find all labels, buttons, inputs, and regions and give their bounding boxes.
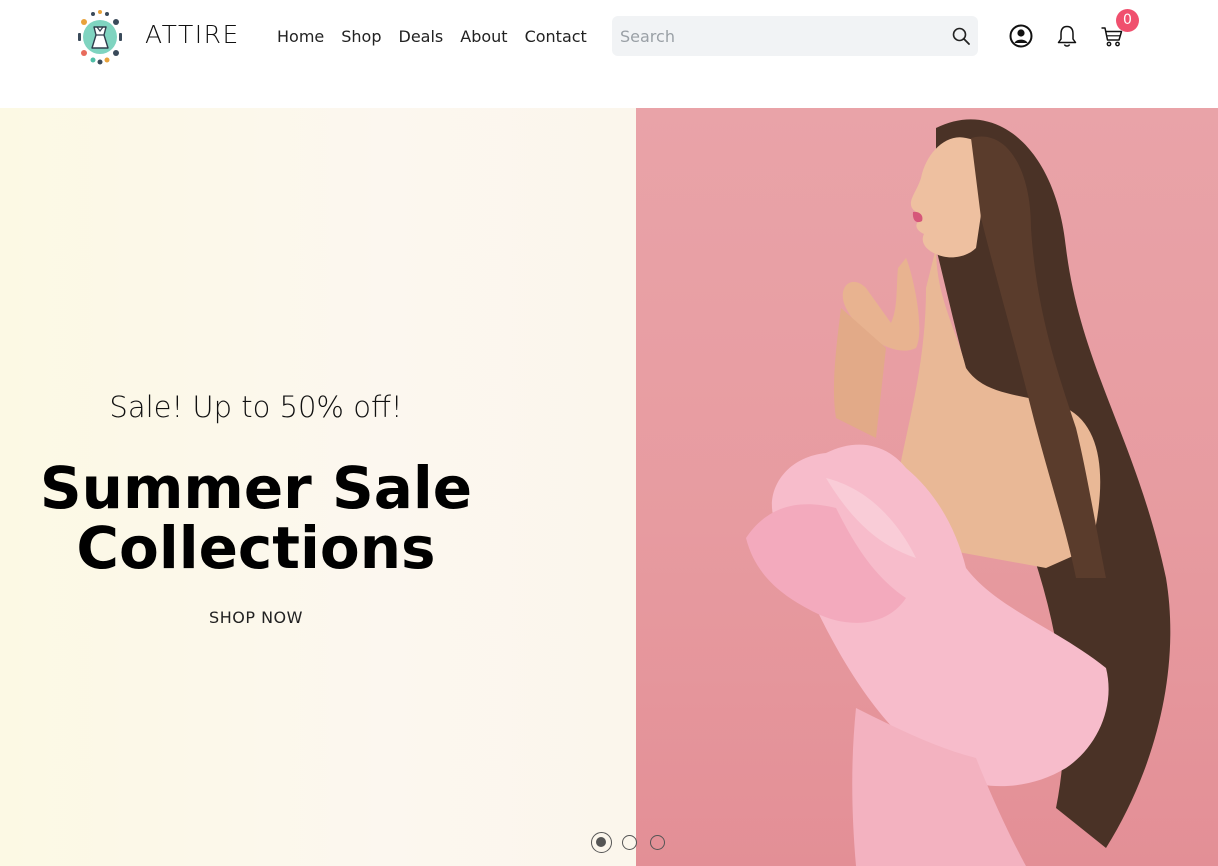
carousel-dot-3[interactable] — [650, 835, 665, 850]
cart-count-badge: 0 — [1116, 9, 1139, 32]
search-input[interactable] — [612, 16, 942, 56]
nav-about[interactable]: About — [460, 27, 507, 46]
brand-name[interactable]: ATTIRE — [145, 20, 240, 49]
hero-text-panel: Sale! Up to 50% off! Summer Sale Collect… — [0, 108, 636, 866]
search-bar — [612, 16, 978, 56]
nav-deals[interactable]: Deals — [399, 27, 444, 46]
hero-subtitle: Sale! Up to 50% off! — [109, 390, 403, 424]
site-header: ATTIRE Home Shop Deals About Contact 0 — [0, 0, 1218, 108]
carousel-dot-2[interactable] — [622, 835, 637, 850]
nav-home[interactable]: Home — [277, 27, 324, 46]
carousel-indicators — [591, 832, 678, 853]
nav-contact[interactable]: Contact — [525, 27, 587, 46]
hero-carousel: Sale! Up to 50% off! Summer Sale Collect… — [0, 108, 1218, 866]
attire-logo[interactable] — [71, 8, 129, 66]
hero-image — [636, 108, 1218, 866]
hero-title: Summer Sale Collections — [0, 458, 512, 578]
user-circle-icon[interactable] — [1008, 23, 1034, 49]
hero-title-line2: Collections — [76, 514, 436, 582]
shop-now-button[interactable]: SHOP NOW — [196, 608, 316, 627]
nav-shop[interactable]: Shop — [341, 27, 381, 46]
model-photo — [746, 119, 1171, 866]
bell-icon[interactable] — [1054, 23, 1080, 49]
hero-title-line1: Summer Sale — [39, 454, 473, 522]
carousel-dot-1[interactable] — [591, 832, 612, 853]
search-icon[interactable] — [950, 25, 972, 47]
main-nav: Home Shop Deals About Contact — [277, 27, 604, 46]
